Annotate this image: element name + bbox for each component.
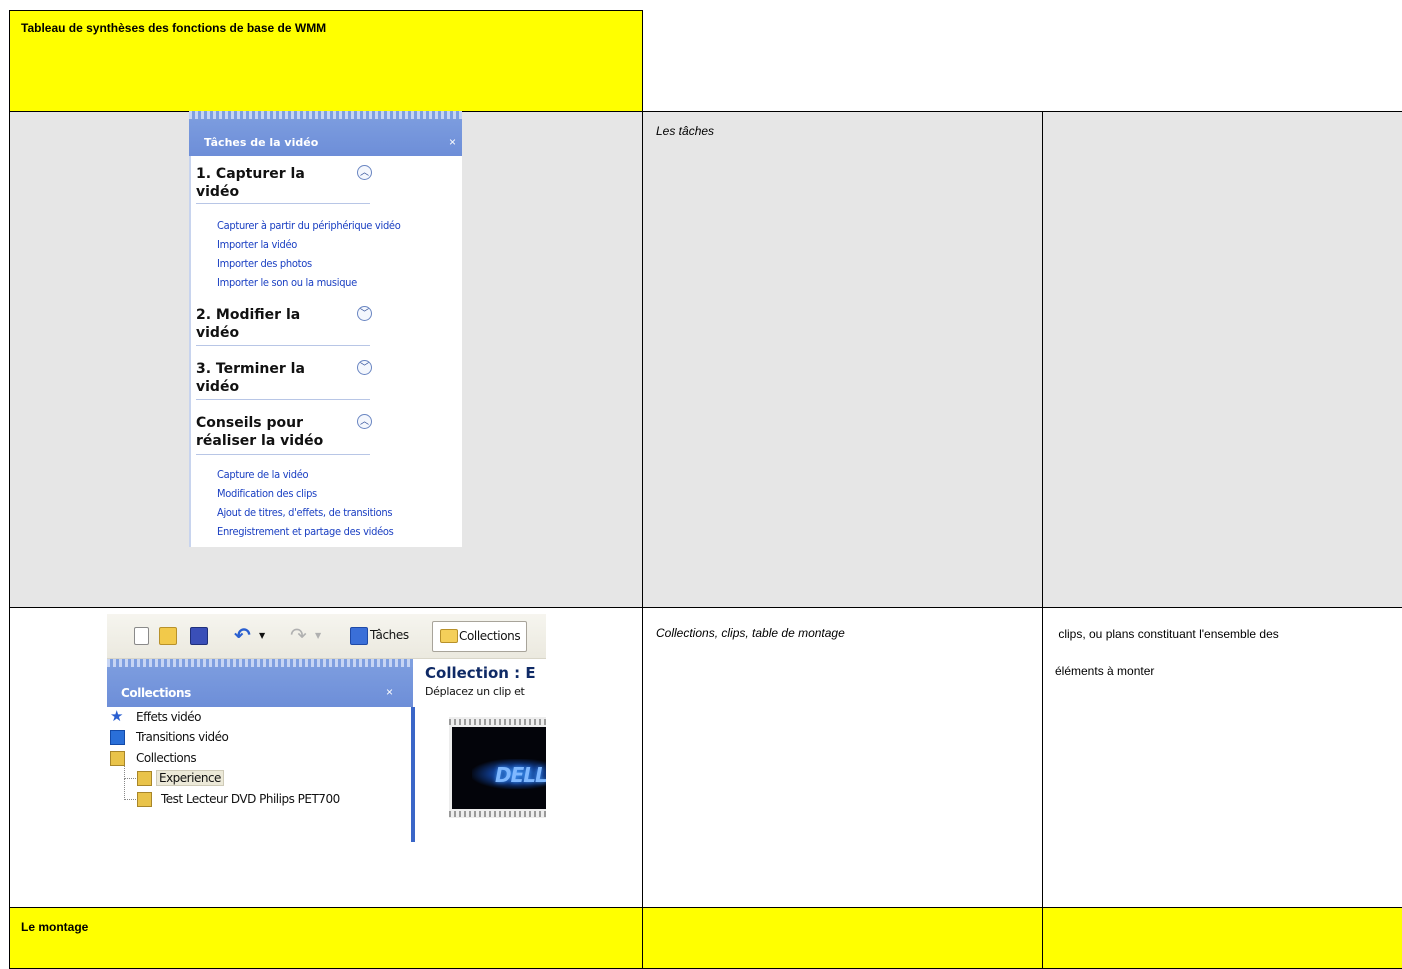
link-edit-clips[interactable]: Modification des clips: [217, 484, 317, 503]
header-grip: [107, 659, 413, 667]
collections-screenshot: ↶ ▼ ↷ ▼ Tâches Collections Collections ×…: [107, 614, 546, 842]
link-import-audio[interactable]: Importer le son ou la musique: [217, 273, 357, 292]
tree-connector: [124, 778, 136, 800]
star-icon: ★: [110, 708, 124, 725]
section-tips[interactable]: Conseils pour réaliser la vidéo: [196, 414, 323, 450]
title-cell: Tableau de synthèses des fonctions de ba…: [9, 10, 643, 112]
section-divider: [196, 399, 370, 400]
section-capture[interactable]: 1. Capturer la vidéo: [196, 165, 305, 201]
section-tips-line1: Conseils pour: [196, 415, 304, 431]
thumbnail-logo: DELL: [495, 763, 546, 787]
tree-item-experience-label: Experience: [156, 770, 224, 786]
collection-folder-icon: [137, 792, 152, 807]
collection-content-title: Collection : E: [425, 664, 536, 682]
tree-item-experience[interactable]: Experience: [156, 770, 224, 786]
row3-label: Le montage: [21, 920, 89, 934]
save-project-icon[interactable]: [190, 627, 208, 645]
task-pane-screenshot: Tâches de la vidéo × 1. Capturer la vidé…: [189, 111, 462, 547]
row2-desc-line1: clips, ou plans constituant l'ensemble d…: [1055, 627, 1279, 641]
row3-col2: [642, 907, 1043, 969]
chevron-up-icon[interactable]: ︿: [357, 414, 372, 429]
pane-left-border: [189, 156, 191, 547]
section-divider: [196, 345, 370, 346]
undo-dropdown-icon[interactable]: ▼: [259, 621, 265, 650]
chevron-down-icon[interactable]: ﹀: [357, 306, 372, 321]
folder-icon: [440, 629, 458, 643]
tree-item-effects[interactable]: Effets vidéo: [136, 710, 201, 724]
row2-col3: clips, ou plans constituant l'ensemble d…: [1042, 607, 1402, 908]
collections-panel-header: Collections ×: [107, 659, 413, 707]
chevron-up-icon[interactable]: ︿: [357, 165, 372, 180]
row3-col1: Le montage: [9, 907, 643, 969]
close-icon[interactable]: ×: [386, 685, 393, 699]
collection-content-hint: Déplacez un clip et: [425, 685, 525, 698]
redo-icon[interactable]: ↷: [290, 621, 307, 650]
link-capture-tips[interactable]: Capture de la vidéo: [217, 465, 309, 484]
tasks-icon: [350, 627, 368, 645]
section-edit-line2: vidéo: [196, 325, 240, 341]
tree-item-collections[interactable]: Collections: [136, 751, 197, 765]
link-save-share[interactable]: Enregistrement et partage des vidéos: [217, 522, 394, 541]
section-capture-line1: 1. Capturer la: [196, 166, 305, 182]
section-capture-line2: vidéo: [196, 184, 240, 200]
section-tips-line2: réaliser la vidéo: [196, 433, 324, 449]
section-finish[interactable]: 3. Terminer la vidéo: [196, 360, 305, 396]
section-edit[interactable]: 2. Modifier la vidéo: [196, 306, 300, 342]
chevron-down-icon[interactable]: ﹀: [357, 360, 372, 375]
collections-panel-title: Collections: [121, 686, 191, 700]
clip-thumbnail[interactable]: DELL: [449, 717, 546, 818]
open-project-icon[interactable]: [159, 627, 177, 645]
link-titles-effects[interactable]: Ajout de titres, d'effets, de transition…: [217, 503, 393, 522]
film-perforation: [449, 811, 546, 817]
splitter[interactable]: [411, 707, 415, 842]
collection-folder-icon: [137, 771, 152, 786]
section-divider: [196, 203, 370, 204]
tree-item-transitions[interactable]: Transitions vidéo: [136, 730, 229, 744]
row3-col3: [1042, 907, 1402, 969]
redo-dropdown-icon[interactable]: ▼: [315, 621, 321, 650]
row1-col3: [1042, 111, 1402, 608]
section-edit-line1: 2. Modifier la: [196, 307, 301, 323]
section-finish-line1: 3. Terminer la: [196, 361, 305, 377]
transition-icon: [110, 730, 125, 745]
new-project-icon[interactable]: [134, 627, 149, 645]
link-import-video[interactable]: Importer la vidéo: [217, 235, 297, 254]
undo-icon[interactable]: ↶: [234, 621, 251, 650]
section-finish-line2: vidéo: [196, 379, 240, 395]
task-pane-header: Tâches de la vidéo ×: [189, 111, 462, 156]
row1-col2: Les tâches: [642, 111, 1043, 608]
header-grip: [189, 111, 462, 119]
section-divider: [196, 454, 370, 455]
link-import-photos[interactable]: Importer des photos: [217, 254, 312, 273]
collections-button-label: Collections: [459, 629, 521, 643]
task-pane-title: Tâches de la vidéo: [204, 136, 319, 149]
toolbar: ↶ ▼ ↷ ▼ Tâches Collections: [107, 614, 546, 659]
link-capture-device[interactable]: Capturer à partir du périphérique vidéo: [217, 216, 401, 235]
clip-image: DELL: [452, 727, 546, 809]
table-title: Tableau de synthèses des fonctions de ba…: [21, 21, 327, 35]
tasks-button[interactable]: Tâches: [370, 621, 409, 650]
tree-item-dvd-test[interactable]: Test Lecteur DVD Philips PET700: [161, 792, 340, 806]
close-icon[interactable]: ×: [449, 135, 456, 149]
row2-label: Collections, clips, table de montage: [656, 626, 845, 640]
collection-folder-icon: [110, 751, 125, 766]
row2-col2: Collections, clips, table de montage: [642, 607, 1043, 908]
row2-desc-line2: éléments à monter: [1055, 664, 1155, 678]
row1-label: Les tâches: [656, 124, 715, 138]
film-perforation: [449, 719, 546, 725]
